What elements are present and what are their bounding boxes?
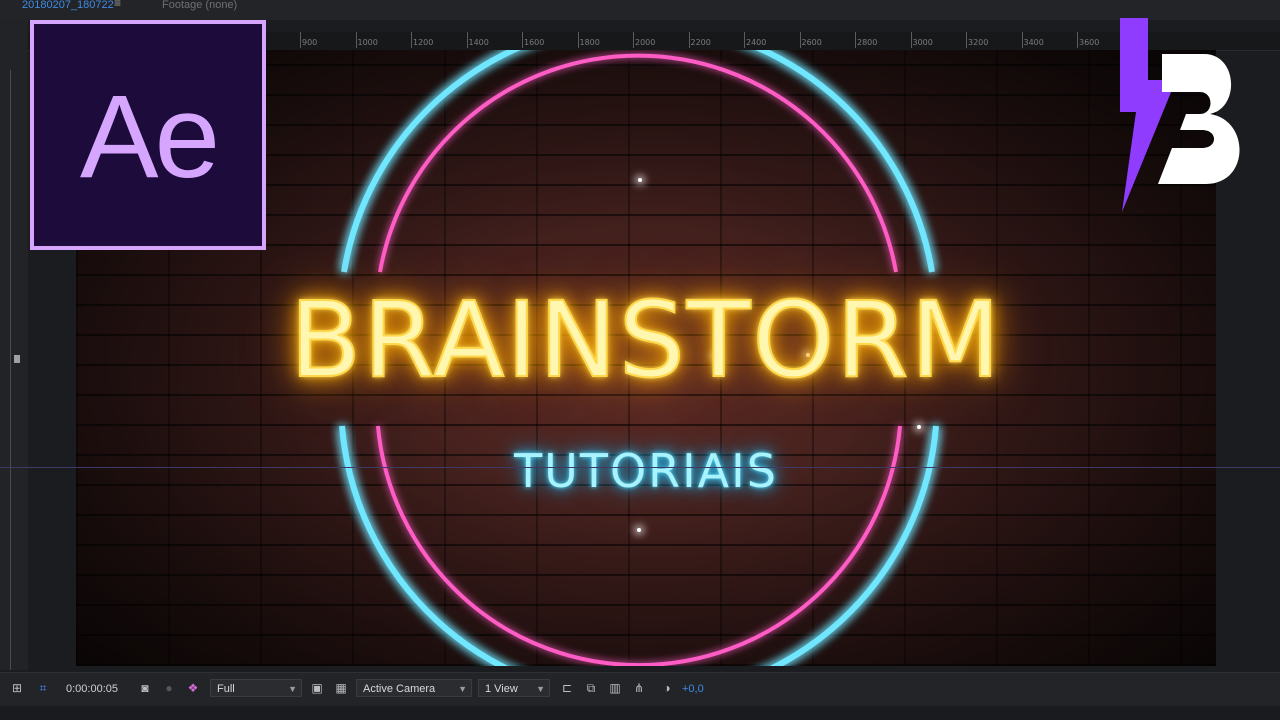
after-effects-logo: Ae [30, 20, 266, 250]
viewer-footer [0, 706, 1280, 720]
view-layout-value: 1 View [485, 683, 518, 695]
ruler-tick [966, 32, 967, 48]
toggle-pixel-aspect-icon[interactable]: ⊏ [560, 681, 574, 695]
safe-margins-icon[interactable]: ⌗ [36, 681, 50, 695]
show-snapshot-icon[interactable]: ● [162, 681, 176, 695]
panel-menu-icon[interactable]: ≡ [114, 0, 121, 9]
composition-tab-label: 20180207_180722 [22, 0, 114, 11]
timeline-left-strip [0, 20, 28, 670]
ruler-label: 3200 [968, 38, 989, 47]
ruler-tick [411, 32, 412, 48]
ruler-label: 900 [302, 38, 318, 47]
ae-logo-text: Ae [79, 71, 220, 203]
chevron-down-icon: ▼ [536, 684, 545, 694]
transparency-grid-icon[interactable]: ▦ [334, 681, 348, 695]
ruler-label: 3600 [1079, 38, 1100, 47]
left-guide-handle[interactable] [14, 355, 20, 363]
ruler-tick [799, 32, 801, 48]
fast-previews-icon[interactable]: ⧉ [584, 681, 598, 695]
outer-ring-top-arc [341, 50, 935, 273]
reset-exposure-icon[interactable]: ◑ [660, 681, 674, 695]
channels-icon[interactable]: ❖ [186, 681, 200, 695]
ruler-label: 1600 [524, 38, 545, 47]
ruler-label: 1200 [413, 38, 434, 47]
ruler-tick [355, 32, 357, 48]
ruler-label: 3400 [1023, 38, 1044, 47]
composition-tab[interactable]: 20180207_180722 ≡ [0, 0, 121, 14]
ruler-tick [688, 32, 690, 48]
timeline-icon[interactable]: ▥ [608, 681, 622, 695]
region-of-interest-icon[interactable]: ▣ [310, 681, 324, 695]
ruler-tick [1077, 32, 1078, 48]
ruler-label: 2400 [746, 38, 767, 47]
ruler-tick [1021, 32, 1023, 48]
neon-subtitle-text: TUTORIAIS [514, 444, 778, 498]
sparkle [917, 425, 921, 429]
sparkle [638, 178, 642, 182]
ruler-label: 1400 [468, 38, 489, 47]
inner-ring-top-arc [378, 53, 898, 273]
ruler-tick [633, 32, 634, 48]
ruler-tick [744, 32, 745, 48]
resolution-dropdown[interactable]: Full ▼ [210, 679, 302, 697]
chevron-down-icon: ▼ [458, 684, 467, 694]
neon-title-text: BRAINSTORM [289, 279, 1003, 401]
view-layout-dropdown[interactable]: 1 View ▼ [478, 679, 550, 697]
ruler-tick [855, 32, 856, 48]
ruler-label: 2600 [801, 38, 822, 47]
camera-view-dropdown[interactable]: Active Camera ▼ [356, 679, 472, 697]
ruler-label: 2200 [690, 38, 711, 47]
footage-tab[interactable]: Footage (none) [162, 0, 237, 11]
ruler-tick [577, 32, 579, 48]
composition-boundary-line [0, 467, 1280, 468]
ruler-label: 1800 [579, 38, 600, 47]
resolution-value: Full [217, 683, 235, 695]
ruler-tick [466, 32, 468, 48]
ruler-tick [910, 32, 912, 48]
ruler-tick [300, 32, 301, 48]
flowchart-icon[interactable]: ⋔ [632, 681, 646, 695]
exposure-value[interactable]: +0,0 [682, 680, 704, 698]
ruler-tick [522, 32, 523, 48]
sparkle [637, 528, 641, 532]
current-time-display[interactable]: 0:00:00:05 [66, 680, 118, 698]
chevron-down-icon: ▼ [288, 684, 297, 694]
ruler-label: 2000 [635, 38, 656, 47]
brainstorm-b-logo-icon [1120, 18, 1240, 212]
snapshot-camera-icon[interactable]: ◙ [138, 681, 152, 695]
camera-view-value: Active Camera [363, 683, 436, 695]
panel-tab-bar: 20180207_180722 ≡ Footage (none) [0, 0, 1280, 20]
ruler-label: 3000 [912, 38, 933, 47]
ruler-label: 1000 [357, 38, 378, 47]
ruler-label: 2800 [857, 38, 878, 47]
left-guide-line [10, 70, 11, 670]
magnification-icon[interactable]: ⊞ [10, 681, 24, 695]
